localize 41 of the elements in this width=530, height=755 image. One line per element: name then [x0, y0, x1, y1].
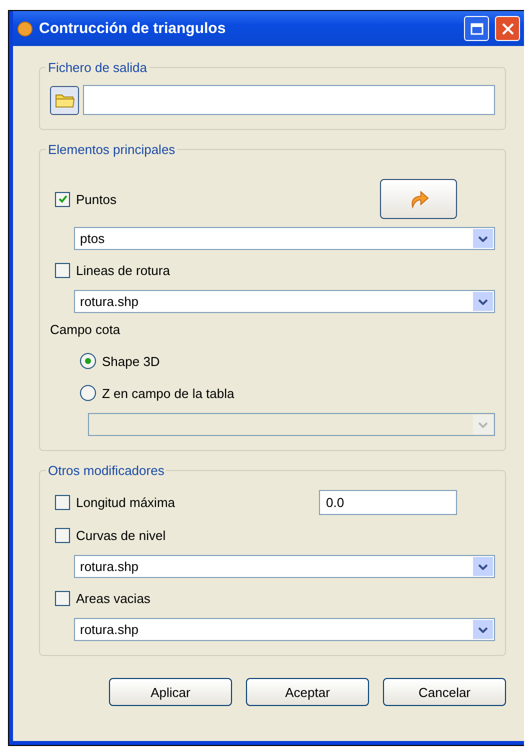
checkbox[interactable] [55, 495, 70, 510]
dialog-button[interactable]: Cancelar [383, 678, 506, 706]
dialog-button[interactable]: Aplicar [109, 678, 232, 706]
folder-icon [54, 92, 74, 108]
checkbox-label: Lineas de rotura [76, 262, 170, 278]
dropdown[interactable]: rotura.shp [74, 618, 495, 641]
radio-label: Shape 3D [102, 354, 160, 368]
chevron-down-icon [478, 236, 488, 242]
group-title: Elementos principales [47, 142, 176, 157]
checkbox[interactable] [55, 192, 70, 206]
checkbox[interactable] [55, 590, 70, 606]
checkbox-label: Puntos [76, 192, 116, 206]
chevron-down-icon [478, 298, 488, 304]
checkbox[interactable] [55, 528, 70, 542]
close-button[interactable] [495, 16, 520, 41]
dropdown[interactable]: ptos [74, 227, 495, 250]
input-field[interactable]: 0.0 [319, 490, 457, 515]
checkbox-label: Areas vacias [76, 590, 150, 606]
radio-button[interactable] [80, 385, 96, 401]
maximize-icon [470, 22, 484, 36]
dropdown[interactable]: rotura.shp [74, 555, 495, 578]
maximize-button[interactable] [464, 16, 489, 41]
file-path-field[interactable] [83, 85, 495, 115]
checkbox-label: Curvas de nivel [76, 528, 166, 542]
radio-label: Z en campo de la tabla [102, 386, 234, 400]
chevron-down-icon [478, 422, 488, 428]
group-title: Fichero de salida [47, 60, 148, 75]
close-icon [500, 22, 514, 36]
chevron-down-icon [478, 564, 488, 570]
dialog-button[interactable]: Aceptar [246, 678, 369, 706]
chevron-down-icon [478, 626, 488, 632]
browse-button[interactable] [50, 86, 79, 114]
checkmark-icon [58, 194, 68, 204]
checkbox-label: Longitud máxima [76, 495, 175, 510]
redo-button[interactable] [380, 179, 457, 219]
window-title: Contrucción de triangulos [39, 20, 227, 37]
checkbox[interactable] [55, 262, 70, 278]
group-title: Otros modificadores [47, 463, 166, 478]
radio-button[interactable] [80, 353, 96, 369]
dropdown[interactable]: rotura.shp [74, 290, 495, 313]
field-label: Campo cota [50, 322, 120, 336]
